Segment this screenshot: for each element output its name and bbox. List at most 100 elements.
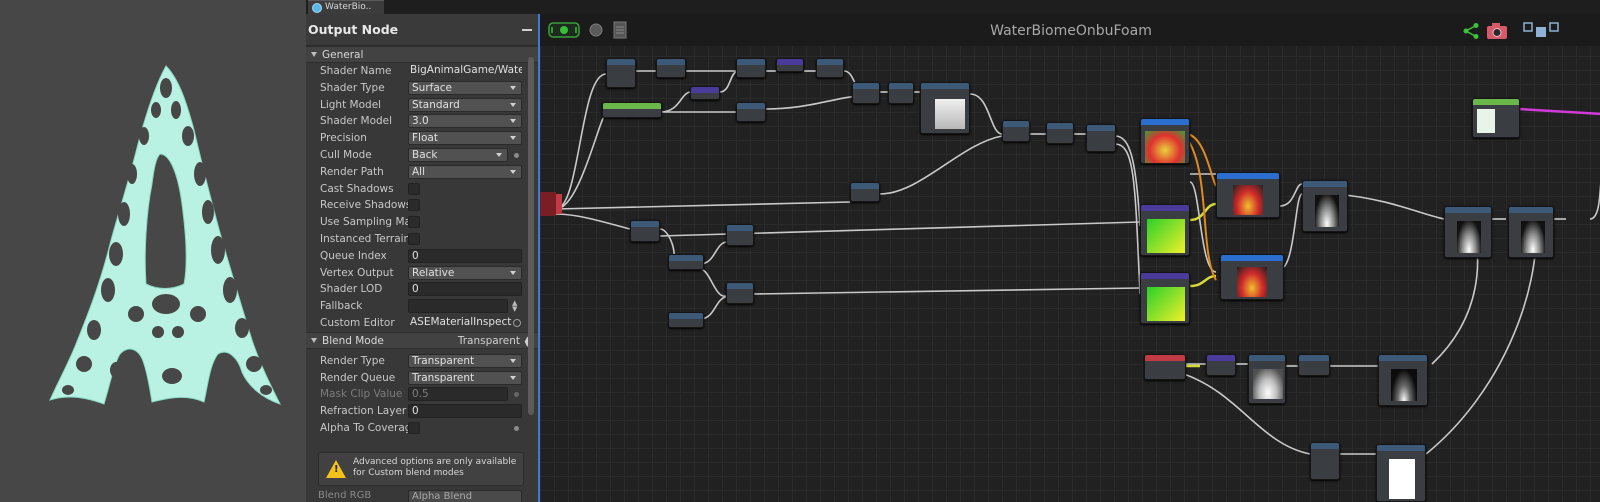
shader-node[interactable]: [1002, 120, 1030, 142]
shader-node[interactable]: [668, 254, 704, 270]
light-model-dropdown[interactable]: Standard: [408, 97, 522, 112]
warning-text: Advanced options are only available for …: [353, 457, 517, 478]
mask-clip-field: 0.5: [408, 387, 508, 402]
shader-node[interactable]: [852, 82, 880, 104]
blend-rgb-dropdown[interactable]: Alpha Blend: [408, 490, 522, 502]
shader-node[interactable]: [736, 58, 766, 78]
shader-node[interactable]: [776, 58, 804, 72]
vertex-output-dropdown[interactable]: Relative: [408, 265, 522, 280]
property-label: Light Model: [320, 98, 382, 111]
row-instanced-terrain: Instanced Terrain: [306, 231, 538, 248]
shader-node[interactable]: [656, 58, 686, 78]
texture-sample-node[interactable]: [1216, 172, 1280, 218]
section-general-label: General: [322, 49, 364, 61]
property-label: Alpha To Coverag: [320, 421, 408, 434]
color-node[interactable]: [1472, 98, 1520, 138]
row-refraction-layer: Refraction Layer 0: [306, 403, 538, 420]
blend-properties: Render Type Transparent Render Queue Tra…: [306, 349, 538, 437]
shader-node[interactable]: [690, 86, 720, 100]
custom-editor-field[interactable]: ASEMaterialInspect: [408, 316, 522, 330]
inspector-scrollbar[interactable]: [528, 57, 534, 415]
texture-node[interactable]: [1508, 206, 1554, 258]
texture-sample-node[interactable]: [1140, 118, 1190, 164]
property-label: Render Type: [320, 354, 385, 367]
refraction-layer-field[interactable]: 0: [408, 404, 522, 419]
shader-node[interactable]: [1206, 354, 1236, 376]
preview-panel: [0, 0, 306, 502]
alpha-to-coverage-checkbox[interactable]: [408, 421, 420, 434]
tab-waterbiome[interactable]: WaterBio..: [308, 0, 384, 14]
render-path-dropdown[interactable]: All: [408, 164, 522, 179]
inspector-panel: Output Node General Shader Name BigAnima…: [306, 14, 538, 502]
render-type-dropdown[interactable]: Transparent: [408, 353, 522, 368]
inline-toggle-icon[interactable]: [514, 425, 519, 431]
fold-arrow-icon: [311, 52, 317, 57]
property-label: Mask Clip Value: [320, 388, 403, 401]
shader-node[interactable]: [1310, 442, 1340, 480]
row-render-type: Render Type Transparent: [306, 353, 538, 370]
texture-node[interactable]: [1378, 354, 1428, 406]
precision-dropdown[interactable]: Float: [408, 131, 522, 146]
warning-box: Advanced options are only available for …: [318, 452, 524, 486]
property-label: Precision: [320, 132, 367, 145]
fallback-field[interactable]: [408, 299, 508, 314]
reset-icon[interactable]: [513, 318, 521, 327]
inline-toggle-icon: [514, 392, 519, 398]
shader-node[interactable]: [630, 220, 660, 242]
float-property-node[interactable]: [602, 102, 662, 118]
shader-node[interactable]: [1298, 354, 1330, 376]
shader-node[interactable]: [606, 58, 636, 88]
queue-index-field[interactable]: 0: [408, 248, 522, 263]
property-label: Vertex Output: [320, 266, 394, 279]
shader-name-field[interactable]: BigAnimalGame/Waterl: [408, 64, 522, 78]
texture-sample-node[interactable]: [1220, 254, 1284, 300]
row-shader-lod: Shader LOD 0: [306, 281, 538, 298]
spinner-icon[interactable]: ▲ ▼: [512, 300, 517, 313]
texture-node[interactable]: [1302, 180, 1348, 232]
shader-node[interactable]: [816, 58, 844, 78]
property-label: Shader Name: [320, 65, 392, 77]
shader-type-dropdown[interactable]: Surface: [408, 80, 522, 95]
section-general[interactable]: General: [306, 46, 538, 63]
texture-node[interactable]: [1248, 354, 1286, 404]
shader-node[interactable]: [888, 82, 914, 104]
texture-node[interactable]: [920, 82, 970, 134]
shader-node[interactable]: [726, 282, 754, 304]
receive-shadows-checkbox[interactable]: [408, 199, 420, 212]
row-shader-model: Shader Model 3.0: [306, 113, 538, 130]
shader-lod-field[interactable]: 0: [408, 282, 522, 297]
property-label: Cast Shadows: [320, 182, 394, 195]
texture-node[interactable]: [1376, 444, 1426, 502]
shader-node[interactable]: [1086, 124, 1116, 152]
cast-shadows-checkbox[interactable]: [408, 182, 420, 195]
minimize-icon[interactable]: [522, 29, 532, 31]
shader-node[interactable]: [736, 102, 766, 122]
letter-a-logo: [49, 65, 281, 405]
instanced-terrain-checkbox[interactable]: [408, 232, 420, 245]
shader-node[interactable]: [1046, 122, 1074, 144]
blend-mode-value[interactable]: Transparent: [458, 333, 520, 349]
inline-toggle-icon[interactable]: [514, 152, 519, 158]
section-blend-mode[interactable]: Blend Mode Transparent ▲▼: [306, 331, 538, 349]
property-label: Shader Type: [320, 81, 385, 94]
row-cull-mode: Cull Mode Back: [306, 147, 538, 164]
row-render-queue: Render Queue Transparent: [306, 370, 538, 387]
property-label: Cull Mode: [320, 148, 372, 161]
texture-node[interactable]: [1444, 206, 1492, 258]
lerp-node[interactable]: [1140, 204, 1190, 256]
node-canvas[interactable]: WaterBiomeOnbuFoam: [538, 14, 1600, 502]
vertex-color-node[interactable]: [1144, 354, 1186, 380]
cull-mode-dropdown[interactable]: Back: [408, 147, 508, 162]
property-label: Instanced Terrain: [320, 232, 408, 245]
shader-node[interactable]: [726, 224, 754, 246]
shader-node[interactable]: [850, 182, 880, 202]
use-sampling-macros-checkbox[interactable]: [408, 216, 420, 229]
row-render-path: Render Path All: [306, 164, 538, 181]
editor-window: WaterBio.. Output Node General Shader Na…: [0, 0, 1600, 502]
property-label: Receive Shadows: [320, 199, 408, 212]
render-queue-dropdown[interactable]: Transparent: [408, 370, 522, 385]
shader-model-dropdown[interactable]: 3.0: [408, 114, 522, 129]
lerp-node[interactable]: [1140, 272, 1190, 324]
shader-node[interactable]: [668, 312, 704, 328]
inspector-title: Output Node: [306, 14, 538, 46]
